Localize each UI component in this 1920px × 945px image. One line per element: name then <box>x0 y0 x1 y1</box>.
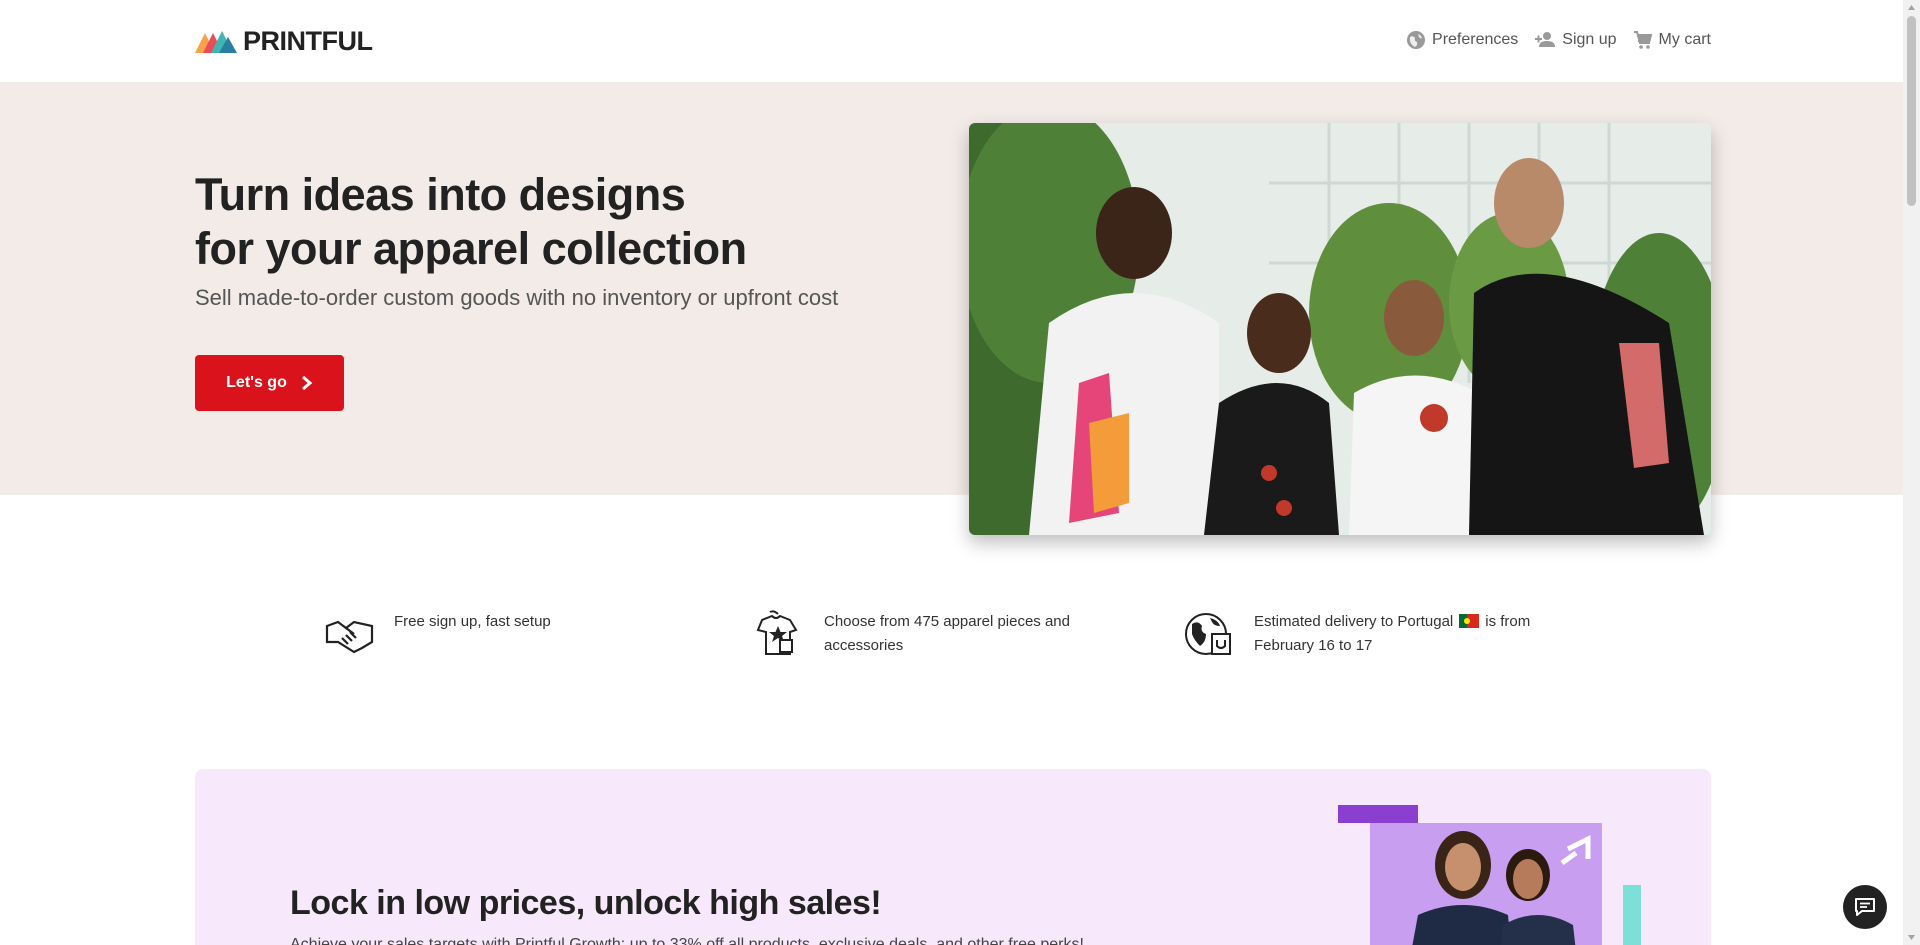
people-in-greenhouse-image <box>969 123 1711 535</box>
header-nav: Preferences Sign up My cart <box>1406 30 1711 50</box>
scrollbar-thumb[interactable] <box>1907 16 1916 206</box>
page: PRINTFUL Preferences Sign up My cart Tur… <box>0 0 1903 945</box>
promo-title: Lock in low prices, unlock high sales! <box>290 884 882 922</box>
preferences-link[interactable]: Preferences <box>1406 30 1518 50</box>
globe-package-icon <box>1185 613 1231 655</box>
chat-icon <box>1855 898 1875 916</box>
my-cart-link[interactable]: My cart <box>1633 30 1711 50</box>
logo-text: PRINTFUL <box>243 25 373 56</box>
feature-delivery-text: Estimated delivery to Portugal is from Fe… <box>1254 610 1544 658</box>
hero-title-line2: for your apparel collection <box>195 223 747 274</box>
promo-image <box>1338 805 1641 945</box>
scroll-up-arrow-icon[interactable] <box>1907 3 1916 12</box>
lets-go-label: Let's go <box>226 374 287 391</box>
portugal-flag-icon <box>1459 614 1480 628</box>
handshake-icon <box>325 620 374 654</box>
delivery-prefix: Estimated delivery to Portugal <box>1254 613 1454 630</box>
feature-signup: Free sign up, fast setup <box>324 610 684 658</box>
chat-button[interactable] <box>1843 885 1887 929</box>
site-header: PRINTFUL Preferences Sign up My cart <box>0 0 1903 82</box>
cart-icon <box>1633 31 1652 49</box>
hero-subtitle: Sell made-to-order custom goods with no … <box>195 285 839 310</box>
feature-choose-text: Choose from 475 apparel pieces and acces… <box>824 613 1070 654</box>
chevron-right-icon <box>301 376 313 390</box>
printful-logo-mark-icon <box>195 31 237 53</box>
promo-subtitle: Achieve your sales targets with Printful… <box>290 936 1084 945</box>
add-user-icon <box>1535 32 1556 47</box>
promo-banner: Lock in low prices, unlock high sales! A… <box>195 769 1711 945</box>
sign-up-link[interactable]: Sign up <box>1534 30 1617 50</box>
globe-icon <box>1407 31 1426 49</box>
my-cart-label: My cart <box>1658 31 1711 48</box>
feature-delivery: Estimated delivery to Portugal is from Fe… <box>1184 610 1544 658</box>
lets-go-button[interactable]: Let's go <box>195 355 344 411</box>
hero-title-line1: Turn ideas into designs <box>195 169 686 220</box>
sign-up-label: Sign up <box>1562 31 1617 48</box>
tshirt-icon <box>756 610 798 655</box>
hero-photo <box>969 123 1711 535</box>
hero-title: Turn ideas into designs for your apparel… <box>195 168 747 276</box>
feature-choose: Choose from 475 apparel pieces and acces… <box>754 610 1114 658</box>
feature-signup-text: Free sign up, fast setup <box>394 613 551 630</box>
scroll-down-arrow-icon[interactable] <box>1907 933 1916 942</box>
preferences-label: Preferences <box>1432 31 1519 48</box>
printful-logo[interactable]: PRINTFUL <box>195 25 373 56</box>
page-scrollbar[interactable] <box>1903 0 1920 945</box>
